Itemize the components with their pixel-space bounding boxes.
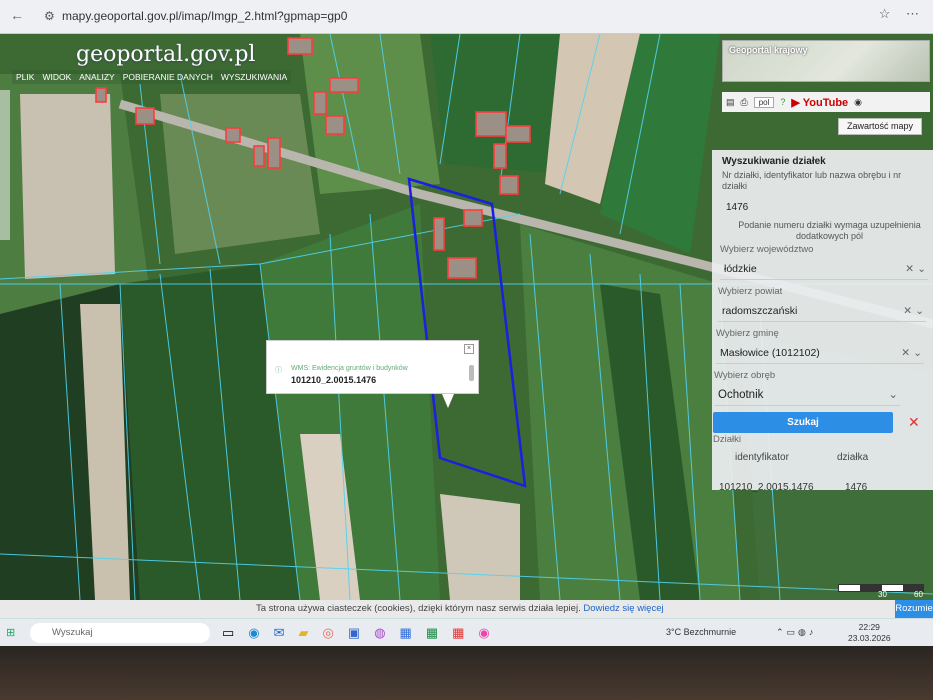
globe-icon[interactable]: ◉ xyxy=(854,97,862,108)
feature-info-popup: ⓘ WMS: Ewidencja gruntów i budynków 1012… xyxy=(266,340,479,408)
url-field[interactable]: mapy.geoportal.gov.pl/imap/Imgp_2.html?g… xyxy=(62,9,347,23)
word-icon[interactable]: ▦ xyxy=(400,625,412,641)
browser-icon[interactable]: ◎ xyxy=(323,625,334,641)
commune-label: Wybierz gminę xyxy=(716,328,779,339)
county-label: Wybierz powiat xyxy=(718,286,783,297)
taskbar-apps: ▭ ◉ ✉ ▰ ◎ ▣ ◍ ▦ ▦ ▦ ◉ xyxy=(222,625,490,641)
overview-minimap[interactable]: Geoportal krajowy xyxy=(722,40,930,82)
scale-label-60: 60 xyxy=(914,590,923,599)
clock[interactable]: 22:29 23.03.2026 xyxy=(848,622,891,644)
result-parcel[interactable]: 1476 xyxy=(845,482,867,493)
clear-commune-icon[interactable]: ✕ xyxy=(901,342,910,364)
clear-county-icon[interactable]: ✕ xyxy=(903,300,912,322)
results-label: Działki xyxy=(713,434,741,445)
popup-pointer xyxy=(442,394,454,408)
browser-toolbar-icons[interactable]: ☆ ⋯ xyxy=(879,6,925,22)
app-icon[interactable]: ◍ xyxy=(374,625,385,641)
pdf-icon[interactable]: ▦ xyxy=(452,625,464,641)
menu-item-download[interactable]: POBIERANIE DANYCH xyxy=(123,72,213,82)
main-menu: PLIK WIDOK ANALIZY POBIERANIE DANYCH WYS… xyxy=(12,70,292,84)
print-icon[interactable]: ⎙ xyxy=(741,97,748,108)
language-select[interactable]: pol xyxy=(753,96,775,108)
book-icon[interactable]: ▤ xyxy=(726,97,735,108)
column-header-parcel[interactable]: działka xyxy=(837,452,868,463)
scale-label-30: 30 xyxy=(878,590,887,599)
county-select[interactable]: radomszczański ✕ ⌄ xyxy=(718,300,926,322)
cookie-text: Ta strona używa ciasteczek (cookies), dz… xyxy=(256,603,581,614)
commune-select[interactable]: Masłowice (1012102) ✕ ⌄ xyxy=(716,342,924,364)
parcel-input-label: Nr działki, identyfikator lub nazwa obrę… xyxy=(722,170,902,191)
task-view-icon[interactable]: ▭ xyxy=(222,625,234,641)
cookie-accept-button[interactable]: Rozumie xyxy=(895,600,933,618)
voivodeship-value: łódzkie xyxy=(724,263,757,275)
back-icon[interactable]: ← xyxy=(10,7,24,23)
county-value: radomszczański xyxy=(722,305,798,317)
precinct-label: Wybierz obręb xyxy=(714,370,776,381)
chevron-down-icon[interactable]: ⌄ xyxy=(888,384,898,406)
panel-title: Wyszukiwanie działek xyxy=(722,156,826,167)
mail-icon[interactable]: ✉ xyxy=(274,625,285,641)
folder-icon[interactable]: ▰ xyxy=(299,625,309,641)
menu-item-analyses[interactable]: ANALIZY xyxy=(79,72,114,82)
commune-value: Masłowice (1012102) xyxy=(720,347,820,359)
menu-item-file[interactable]: PLIK xyxy=(16,72,34,82)
screen: ← mapy.geoportal.gov.pl/imap/Imgp_2.html… xyxy=(0,0,933,700)
popup-layer-name: WMS: Ewidencja gruntów i budynków xyxy=(291,365,408,372)
column-header-identifier[interactable]: identyfikator xyxy=(735,452,789,463)
precinct-select[interactable]: Ochotnik ⌄ xyxy=(714,384,900,406)
app-logo[interactable]: geoportal.gov.pl xyxy=(76,42,255,67)
chrome-icon[interactable]: ◉ xyxy=(478,625,489,641)
result-identifier[interactable]: 101210_2.0015.1476 xyxy=(719,482,814,493)
edge-icon[interactable]: ◉ xyxy=(248,625,259,641)
clear-search-icon[interactable]: ✕ xyxy=(908,414,920,431)
windows-taskbar: ⊞ Wyszukaj ▭ ◉ ✉ ▰ ◎ ▣ ◍ ▦ ▦ ▦ ◉ 3°C Bez… xyxy=(0,618,933,646)
close-icon[interactable]: × xyxy=(464,344,474,354)
monitor-bezel xyxy=(0,646,933,700)
weather-widget[interactable]: 3°C Bezchmurnie xyxy=(666,627,736,637)
chevron-down-icon[interactable]: ⌄ xyxy=(915,300,924,322)
chevron-down-icon[interactable]: ⌄ xyxy=(917,258,926,280)
windows-start-icon[interactable]: ⊞ xyxy=(6,626,15,639)
clear-voivodeship-icon[interactable]: ✕ xyxy=(905,258,914,280)
menu-item-search[interactable]: WYSZUKIWANIA xyxy=(221,72,287,82)
parcel-input[interactable]: 1476 xyxy=(726,202,748,213)
menu-item-view[interactable]: WIDOK xyxy=(42,72,71,82)
popup-parcel-id: 101210_2.0015.1476 xyxy=(291,375,377,385)
map-contents-button[interactable]: Zawartość mapy xyxy=(838,118,922,135)
youtube-link[interactable]: ▶ YouTube xyxy=(791,96,848,109)
search-button[interactable]: Szukaj xyxy=(713,412,893,433)
popup-scrollbar[interactable] xyxy=(469,365,474,381)
clock-date: 23.03.2026 xyxy=(848,633,891,643)
top-right-toolbar: ▤ ⎙ pol ? ▶ YouTube ◉ xyxy=(722,92,930,112)
voivodeship-select[interactable]: łódzkie ✕ ⌄ xyxy=(720,258,928,280)
voivodeship-label: Wybierz województwo xyxy=(720,244,814,255)
cookie-more-link[interactable]: Dowiedz się więcej xyxy=(583,603,663,614)
site-info-icon[interactable]: ⚙ xyxy=(44,9,55,23)
precinct-value: Ochotnik xyxy=(718,389,764,401)
browser-address-bar: ← mapy.geoportal.gov.pl/imap/Imgp_2.html… xyxy=(0,0,933,34)
store-icon[interactable]: ▣ xyxy=(348,625,360,641)
parcel-input-hint: Podanie numeru działki wymaga uzupełnien… xyxy=(738,220,921,241)
clock-time: 22:29 xyxy=(858,622,880,632)
system-tray-icons[interactable]: ⌃▭◍♪ xyxy=(776,627,816,638)
info-icon: ⓘ xyxy=(275,367,282,374)
cookie-message: Ta strona używa ciasteczek (cookies), dz… xyxy=(256,600,664,618)
chevron-down-icon[interactable]: ⌄ xyxy=(913,342,922,364)
cookie-bar: Ta strona używa ciasteczek (cookies), dz… xyxy=(0,600,933,618)
taskbar-search-input[interactable]: Wyszukaj xyxy=(30,623,210,643)
zoom-slider[interactable] xyxy=(0,90,10,240)
youtube-label: YouTube xyxy=(802,96,849,109)
minimap-title: Geoportal krajowy xyxy=(729,45,808,55)
help-icon[interactable]: ? xyxy=(780,97,785,107)
excel-icon[interactable]: ▦ xyxy=(426,625,438,641)
